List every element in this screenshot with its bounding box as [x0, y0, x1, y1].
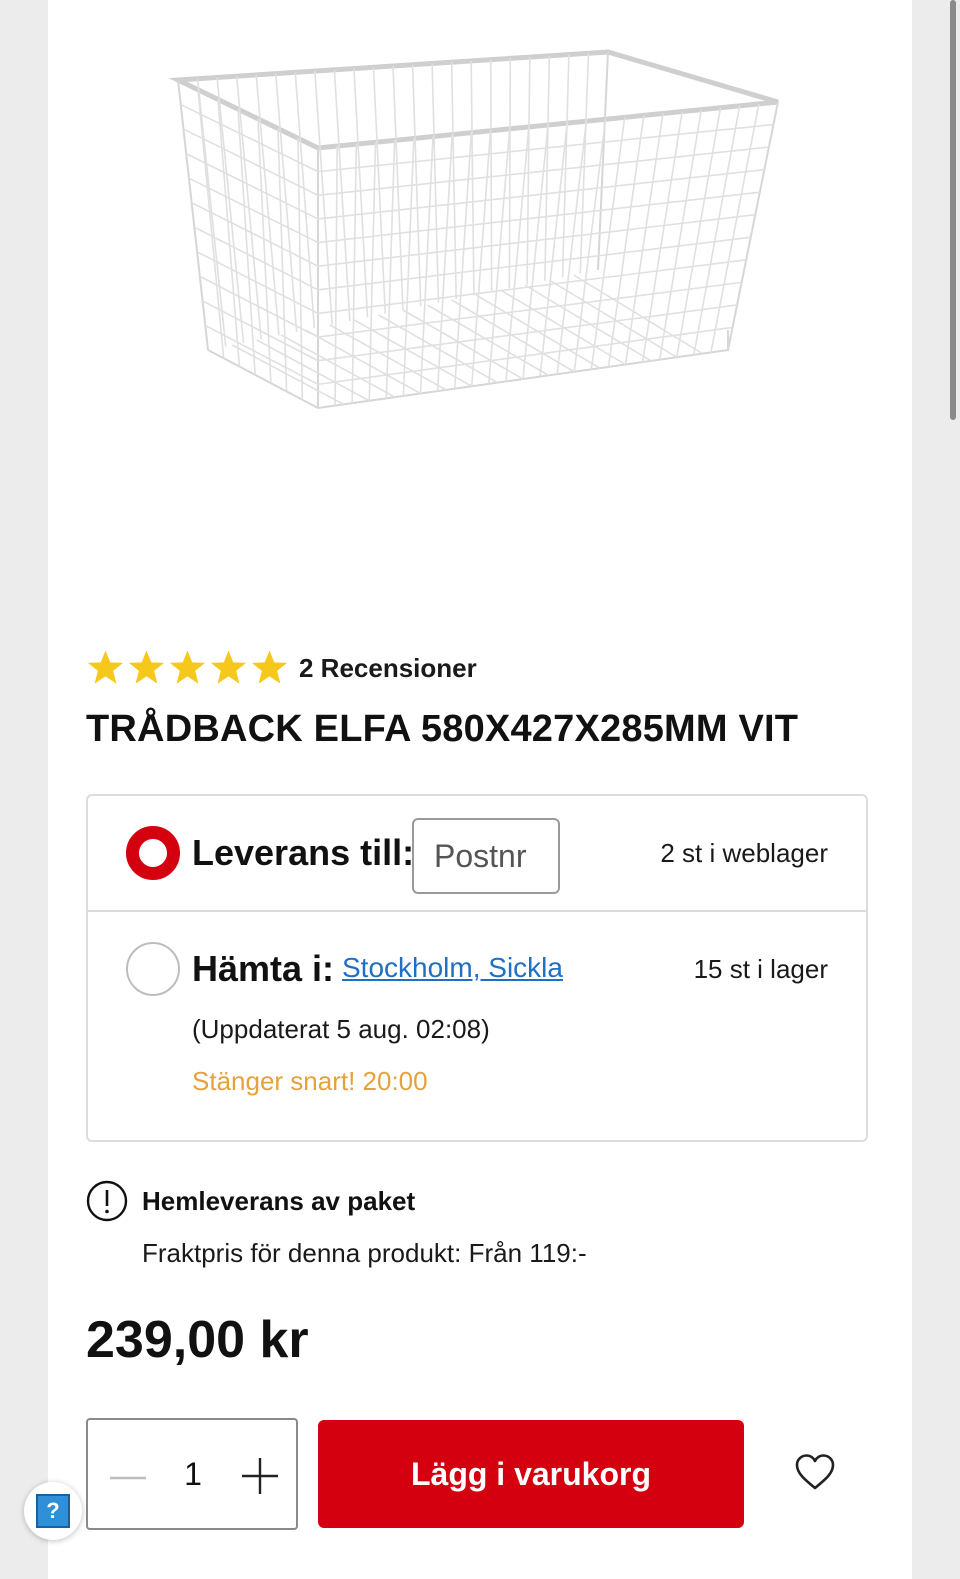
web-stock: 2 st i weblager — [660, 838, 828, 868]
stock-updated: (Uppdaterat 5 aug. 02:08) — [192, 1014, 490, 1044]
star-icon — [251, 650, 288, 684]
product-rating[interactable]: 2 Recensioner — [86, 648, 477, 688]
product-image — [168, 49, 779, 410]
star-rating — [86, 648, 289, 688]
store-link[interactable]: Stockholm, Sickla — [342, 952, 563, 984]
star-icon — [169, 650, 206, 684]
shipping-radio[interactable] — [126, 826, 180, 880]
product-title: TRÅDBACK ELFA 580X427X285MM VIT — [86, 708, 799, 750]
postnr-input[interactable] — [412, 818, 560, 894]
help-icon[interactable]: ? — [36, 1494, 70, 1528]
minus-icon[interactable] — [108, 1458, 148, 1498]
star-icon — [210, 650, 247, 684]
star-icon — [87, 650, 124, 684]
shipping-label: Leverans till: — [192, 832, 415, 873]
pickup-label: Hämta i: — [192, 948, 335, 989]
quantity-value[interactable]: 1 — [168, 1456, 218, 1493]
product-page: 2 Recensioner TRÅDBACK ELFA 580X427X285M… — [48, 0, 912, 1579]
delivery-options: Leverans till: 2 st i weblager Hämta i: … — [86, 794, 868, 1142]
scrollbar[interactable] — [950, 0, 956, 420]
plus-icon[interactable] — [240, 1456, 280, 1496]
quantity-stepper[interactable]: 1 — [86, 1418, 298, 1530]
home-delivery-title: Hemleverans av paket — [142, 1186, 416, 1216]
store-stock: 15 st i lager — [693, 954, 828, 984]
product-price: 239,00 kr — [86, 1311, 309, 1369]
info-icon — [86, 1180, 128, 1222]
star-icon — [128, 650, 165, 684]
delivery-option-shipping[interactable]: Leverans till: 2 st i weblager — [88, 796, 866, 912]
review-count[interactable]: 2 Recensioner — [299, 653, 477, 684]
heart-icon[interactable] — [794, 1452, 836, 1492]
help-button[interactable]: ? — [24, 1482, 82, 1540]
pickup-radio[interactable] — [126, 942, 180, 996]
add-to-cart-button[interactable]: Lägg i varukorg — [318, 1420, 744, 1528]
home-delivery-info: Hemleverans av paket Fraktpris för denna… — [86, 1180, 866, 1280]
closing-notice: Stänger snart! 20:00 — [192, 1066, 428, 1096]
shipping-price: Fraktpris för denna produkt: Från 119:- — [142, 1238, 587, 1268]
